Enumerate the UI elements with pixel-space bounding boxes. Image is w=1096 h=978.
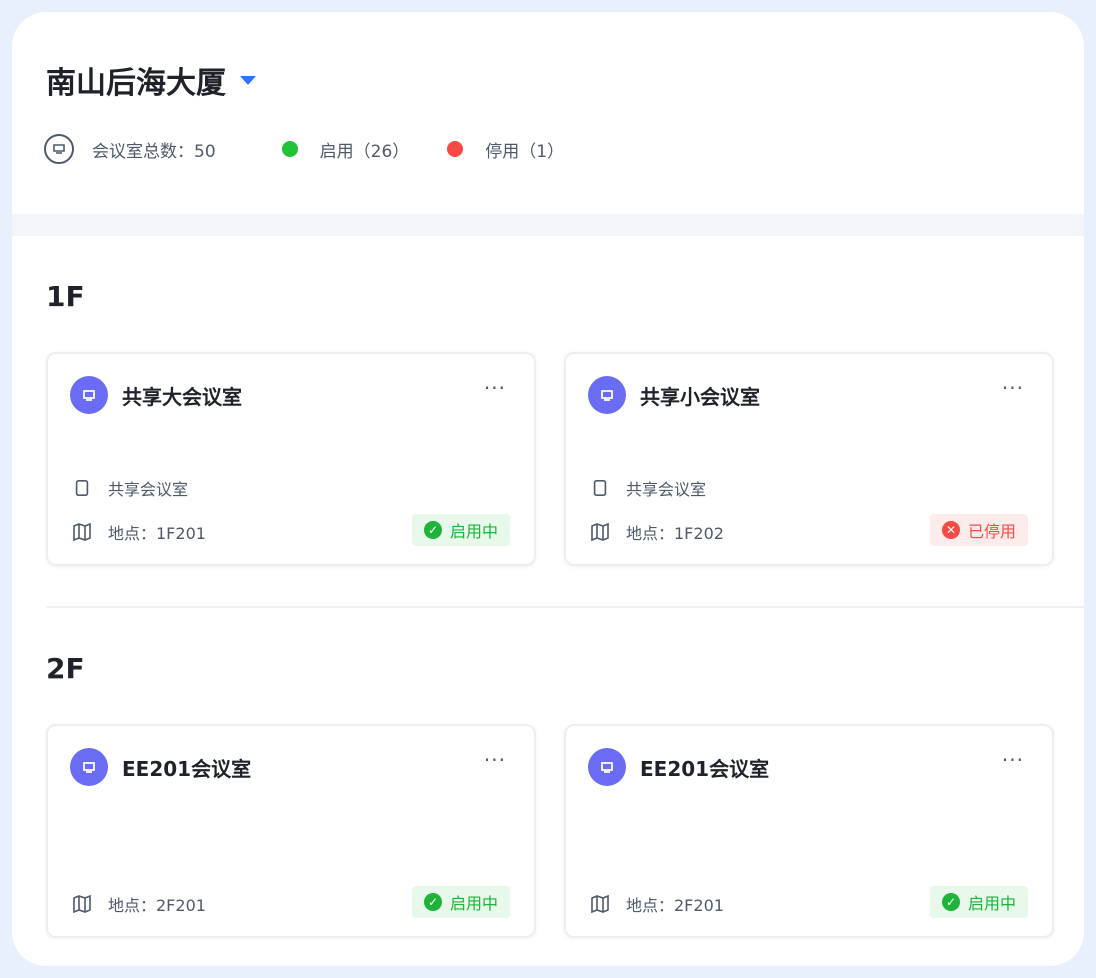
map-icon (72, 522, 92, 542)
room-card-header: EE201会议室 (70, 748, 251, 786)
status-badge: ✓ 启用中 (411, 514, 510, 546)
floor-title-2f: 2F (46, 652, 85, 685)
room-location: 地点：2F201 (108, 896, 206, 915)
room-card-header: 共享小会议室 (588, 376, 760, 414)
header: 南山后海大厦 会议室总数：50 启用（26） 停用（1） (12, 12, 1084, 212)
stat-disabled-label: 停用（1） (485, 141, 565, 162)
more-icon[interactable]: ··· (1002, 748, 1024, 772)
status-text: 启用中 (449, 522, 498, 541)
room-type: 共享会议室 (108, 480, 189, 499)
status-badge: ✓ 启用中 (411, 886, 510, 918)
caret-down-icon (240, 75, 256, 85)
map-icon (590, 894, 610, 914)
room-location-row: 地点：1F201 (72, 520, 206, 544)
meeting-room-icon (70, 376, 108, 414)
check-circle-icon: ✓ (423, 893, 442, 911)
status-text: 启用中 (967, 894, 1016, 913)
more-icon[interactable]: ··· (1002, 376, 1024, 400)
stats-bar: 会议室总数：50 启用（26） 停用（1） (44, 134, 564, 164)
map-icon (590, 522, 610, 542)
room-card[interactable]: 共享大会议室 ··· 共享会议室 地点：1F201 ✓ 启用中 (46, 352, 536, 566)
stat-disabled: 停用（1） (447, 137, 564, 162)
status-dot-disabled (447, 141, 464, 157)
app-frame: 南山后海大厦 会议室总数：50 启用（26） 停用（1） 1F 共享大会议室 ·… (12, 12, 1084, 966)
section-divider (12, 214, 1084, 236)
status-badge: ✓ 启用中 (929, 886, 1028, 918)
room-name: EE201会议室 (122, 756, 252, 781)
room-location-row: 地点：1F202 (590, 520, 724, 544)
document-icon (72, 478, 92, 498)
stat-total-label: 会议室总数：50 (92, 141, 216, 162)
check-circle-icon: ✓ (941, 893, 960, 911)
status-text: 已停用 (967, 522, 1016, 541)
document-icon (590, 478, 610, 498)
room-card-header: EE201会议室 (588, 748, 769, 786)
room-name: 共享大会议室 (122, 384, 242, 409)
building-name: 南山后海大厦 (46, 66, 226, 101)
room-type: 共享会议室 (626, 480, 707, 499)
close-circle-icon: ✕ (941, 521, 960, 539)
room-card-header: 共享大会议室 (70, 376, 242, 414)
status-dot-enabled (281, 141, 298, 157)
floor-title-1f: 1F (46, 280, 85, 313)
room-name: 共享小会议室 (640, 384, 760, 409)
check-circle-icon: ✓ (423, 521, 442, 539)
room-name: EE201会议室 (640, 756, 770, 781)
stat-enabled-label: 启用（26） (319, 141, 410, 162)
meeting-room-icon (44, 134, 74, 164)
room-type-row: 共享会议室 (590, 476, 706, 500)
room-location: 地点：2F201 (626, 896, 724, 915)
meeting-room-icon (70, 748, 108, 786)
status-badge: ✕ 已停用 (929, 514, 1028, 546)
stat-enabled: 启用（26） (281, 137, 410, 162)
room-location-row: 地点：2F201 (590, 892, 724, 916)
room-type-row: 共享会议室 (72, 476, 188, 500)
room-card[interactable]: 共享小会议室 ··· 共享会议室 地点：1F202 ✕ 已停用 (564, 352, 1054, 566)
room-location: 地点：1F201 (108, 524, 206, 543)
more-icon[interactable]: ··· (484, 376, 506, 400)
status-text: 启用中 (449, 894, 498, 913)
meeting-room-icon (588, 748, 626, 786)
room-card[interactable]: EE201会议室 ··· 地点：2F201 ✓ 启用中 (46, 724, 536, 938)
meeting-room-icon (588, 376, 626, 414)
building-selector[interactable]: 南山后海大厦 (46, 58, 256, 102)
room-card[interactable]: EE201会议室 ··· 地点：2F201 ✓ 启用中 (564, 724, 1054, 938)
stat-total: 会议室总数：50 (44, 134, 216, 164)
floor-divider (46, 606, 1084, 608)
more-icon[interactable]: ··· (484, 748, 506, 772)
room-location: 地点：1F202 (626, 524, 724, 543)
map-icon (72, 894, 92, 914)
room-location-row: 地点：2F201 (72, 892, 206, 916)
